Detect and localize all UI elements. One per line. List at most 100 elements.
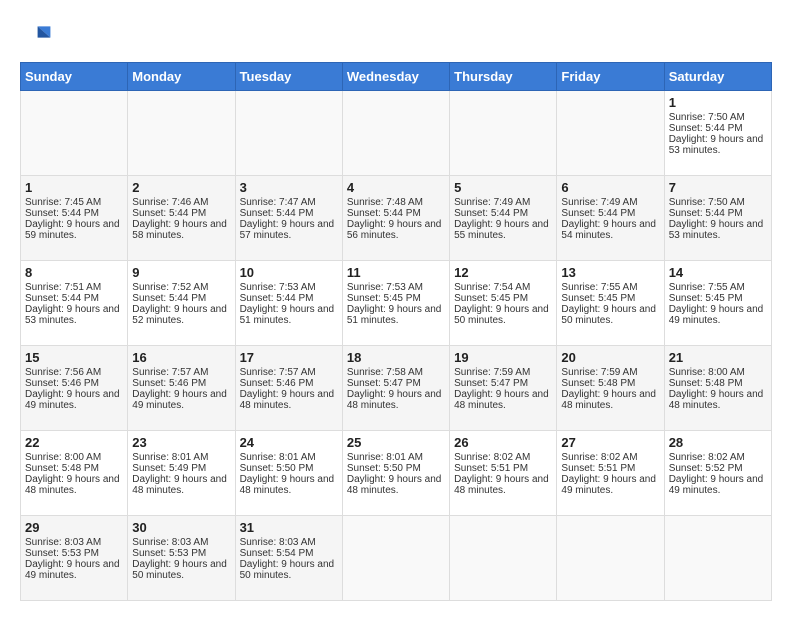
sunrise: Sunrise: 8:03 AM <box>240 537 316 548</box>
daylight-label: Daylight: 9 hours and 48 minutes. <box>240 474 335 496</box>
day-header-thursday: Thursday <box>450 63 557 91</box>
calendar-cell: 30Sunrise: 8:03 AMSunset: 5:53 PMDayligh… <box>128 516 235 601</box>
calendar-cell: 3Sunrise: 7:47 AMSunset: 5:44 PMDaylight… <box>235 176 342 261</box>
daylight-label: Daylight: 9 hours and 51 minutes. <box>347 304 442 326</box>
daylight-label: Daylight: 9 hours and 49 minutes. <box>561 474 656 496</box>
sunset: Sunset: 5:44 PM <box>25 208 99 219</box>
sunrise: Sunrise: 7:50 AM <box>669 112 745 123</box>
sunrise: Sunrise: 7:54 AM <box>454 282 530 293</box>
calendar-cell: 9Sunrise: 7:52 AMSunset: 5:44 PMDaylight… <box>128 261 235 346</box>
day-number: 9 <box>132 265 230 280</box>
day-number: 13 <box>561 265 659 280</box>
daylight-label: Daylight: 9 hours and 49 minutes. <box>25 389 120 411</box>
day-number: 19 <box>454 350 552 365</box>
sunset: Sunset: 5:48 PM <box>561 378 635 389</box>
sunset: Sunset: 5:44 PM <box>132 208 206 219</box>
calendar-cell <box>450 516 557 601</box>
day-number: 24 <box>240 435 338 450</box>
calendar-cell: 28Sunrise: 8:02 AMSunset: 5:52 PMDayligh… <box>664 431 771 516</box>
week-row-2: 1Sunrise: 7:45 AMSunset: 5:44 PMDaylight… <box>21 176 772 261</box>
day-number: 3 <box>240 180 338 195</box>
calendar-cell: 20Sunrise: 7:59 AMSunset: 5:48 PMDayligh… <box>557 346 664 431</box>
day-number: 23 <box>132 435 230 450</box>
calendar-cell: 29Sunrise: 8:03 AMSunset: 5:53 PMDayligh… <box>21 516 128 601</box>
sunrise: Sunrise: 7:53 AM <box>347 282 423 293</box>
day-number: 10 <box>240 265 338 280</box>
calendar-cell: 8Sunrise: 7:51 AMSunset: 5:44 PMDaylight… <box>21 261 128 346</box>
day-number: 16 <box>132 350 230 365</box>
sunrise: Sunrise: 8:00 AM <box>669 367 745 378</box>
daylight-label: Daylight: 9 hours and 48 minutes. <box>454 389 549 411</box>
sunrise: Sunrise: 7:50 AM <box>669 197 745 208</box>
day-number: 6 <box>561 180 659 195</box>
sunset: Sunset: 5:44 PM <box>132 293 206 304</box>
calendar-cell: 25Sunrise: 8:01 AMSunset: 5:50 PMDayligh… <box>342 431 449 516</box>
day-number: 14 <box>669 265 767 280</box>
sunrise: Sunrise: 8:02 AM <box>561 452 637 463</box>
daylight-label: Daylight: 9 hours and 53 minutes. <box>25 304 120 326</box>
logo <box>20 20 58 52</box>
sunset: Sunset: 5:44 PM <box>240 293 314 304</box>
page-header <box>20 20 772 52</box>
sunset: Sunset: 5:45 PM <box>669 293 743 304</box>
sunset: Sunset: 5:53 PM <box>25 548 99 559</box>
day-number: 4 <box>347 180 445 195</box>
day-number: 11 <box>347 265 445 280</box>
calendar-cell: 1Sunrise: 7:50 AMSunset: 5:44 PMDaylight… <box>664 91 771 176</box>
sunrise: Sunrise: 7:48 AM <box>347 197 423 208</box>
daylight-label: Daylight: 9 hours and 54 minutes. <box>561 219 656 241</box>
sunrise: Sunrise: 7:59 AM <box>561 367 637 378</box>
daylight-label: Daylight: 9 hours and 50 minutes. <box>132 559 227 581</box>
sunset: Sunset: 5:51 PM <box>561 463 635 474</box>
day-number: 29 <box>25 520 123 535</box>
day-number: 15 <box>25 350 123 365</box>
sunrise: Sunrise: 7:57 AM <box>240 367 316 378</box>
sunrise: Sunrise: 7:55 AM <box>561 282 637 293</box>
calendar-cell: 12Sunrise: 7:54 AMSunset: 5:45 PMDayligh… <box>450 261 557 346</box>
calendar-cell <box>21 91 128 176</box>
daylight-label: Daylight: 9 hours and 52 minutes. <box>132 304 227 326</box>
calendar-cell: 16Sunrise: 7:57 AMSunset: 5:46 PMDayligh… <box>128 346 235 431</box>
day-header-sunday: Sunday <box>21 63 128 91</box>
sunrise: Sunrise: 7:49 AM <box>561 197 637 208</box>
day-header-friday: Friday <box>557 63 664 91</box>
sunset: Sunset: 5:51 PM <box>454 463 528 474</box>
calendar-cell: 23Sunrise: 8:01 AMSunset: 5:49 PMDayligh… <box>128 431 235 516</box>
sunset: Sunset: 5:44 PM <box>669 123 743 134</box>
week-row-5: 22Sunrise: 8:00 AMSunset: 5:48 PMDayligh… <box>21 431 772 516</box>
calendar-cell: 21Sunrise: 8:00 AMSunset: 5:48 PMDayligh… <box>664 346 771 431</box>
day-number: 1 <box>25 180 123 195</box>
calendar-cell <box>128 91 235 176</box>
sunset: Sunset: 5:44 PM <box>561 208 635 219</box>
daylight-label: Daylight: 9 hours and 50 minutes. <box>561 304 656 326</box>
daylight-label: Daylight: 9 hours and 48 minutes. <box>25 474 120 496</box>
sunrise: Sunrise: 7:55 AM <box>669 282 745 293</box>
daylight-label: Daylight: 9 hours and 59 minutes. <box>25 219 120 241</box>
sunset: Sunset: 5:44 PM <box>669 208 743 219</box>
day-number: 17 <box>240 350 338 365</box>
sunset: Sunset: 5:48 PM <box>25 463 99 474</box>
sunrise: Sunrise: 8:03 AM <box>25 537 101 548</box>
sunset: Sunset: 5:46 PM <box>240 378 314 389</box>
sunrise: Sunrise: 8:01 AM <box>132 452 208 463</box>
sunset: Sunset: 5:44 PM <box>25 293 99 304</box>
sunrise: Sunrise: 7:46 AM <box>132 197 208 208</box>
daylight-label: Daylight: 9 hours and 49 minutes. <box>669 304 764 326</box>
daylight-label: Daylight: 9 hours and 48 minutes. <box>240 389 335 411</box>
calendar-cell <box>235 91 342 176</box>
daylight-label: Daylight: 9 hours and 55 minutes. <box>454 219 549 241</box>
sunset: Sunset: 5:47 PM <box>454 378 528 389</box>
sunset: Sunset: 5:50 PM <box>347 463 421 474</box>
day-number: 26 <box>454 435 552 450</box>
daylight-label: Daylight: 9 hours and 50 minutes. <box>240 559 335 581</box>
daylight-label: Daylight: 9 hours and 48 minutes. <box>669 389 764 411</box>
sunset: Sunset: 5:47 PM <box>347 378 421 389</box>
sunrise: Sunrise: 7:56 AM <box>25 367 101 378</box>
day-header-saturday: Saturday <box>664 63 771 91</box>
calendar-cell: 7Sunrise: 7:50 AMSunset: 5:44 PMDaylight… <box>664 176 771 261</box>
sunrise: Sunrise: 8:01 AM <box>240 452 316 463</box>
calendar-cell: 1Sunrise: 7:45 AMSunset: 5:44 PMDaylight… <box>21 176 128 261</box>
daylight-label: Daylight: 9 hours and 53 minutes. <box>669 134 764 156</box>
sunrise: Sunrise: 7:51 AM <box>25 282 101 293</box>
sunset: Sunset: 5:45 PM <box>347 293 421 304</box>
